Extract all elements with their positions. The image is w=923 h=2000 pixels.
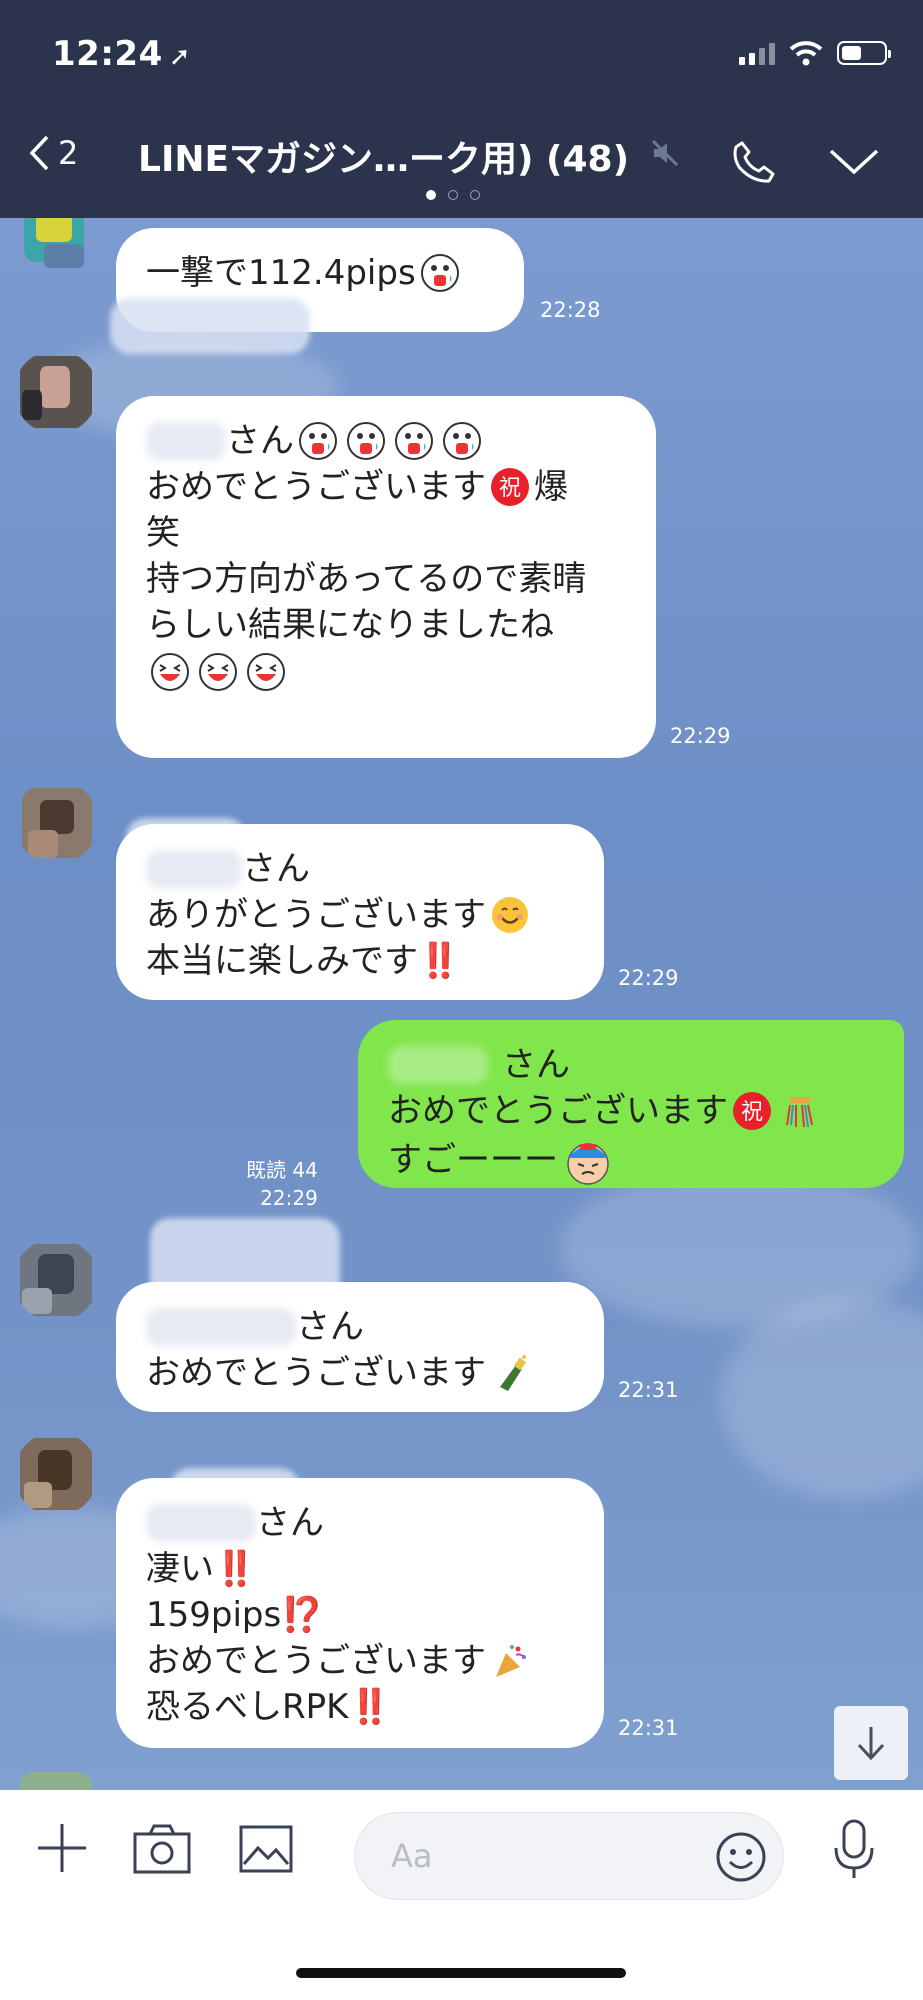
svg-text:祝: 祝 [499,476,521,501]
smiley-icon[interactable] [715,1831,767,1883]
page-indicator [426,190,480,200]
message-bubble[interactable]: さん 凄い ‼️ 159pips ⁉️ おめでとうございます 恐るべしRPK ‼️ [116,1478,604,1748]
message-bubble[interactable]: さん おめでとうございます 祝 爆 笑 持つ方向があってるので素晴 らしい結果に… [116,396,656,758]
confetti-ball-icon [786,1097,813,1128]
read-receipt: 既読 44 22:29 [246,1158,318,1210]
celebration-stamp-icon: 祝 [733,1092,771,1130]
back-button[interactable]: 2 [28,134,78,172]
input-bar: Aa [0,1790,923,2000]
avatar[interactable] [14,1432,98,1516]
status-time: 12:24 ➚ [52,34,192,74]
avatar[interactable] [14,1238,98,1322]
champagne-icon [500,1355,527,1391]
battery-icon [837,41,891,65]
wifi-icon [789,41,823,66]
laughing-emoji-icon [151,653,189,691]
laughing-emoji-icon [199,653,237,691]
message-input[interactable]: Aa [354,1812,784,1900]
phone-icon[interactable] [730,138,778,186]
avatar[interactable] [14,350,98,434]
smiling-emoji-icon [492,897,528,933]
party-popper-icon [496,1645,526,1677]
image-icon[interactable] [238,1824,294,1874]
home-indicator[interactable] [296,1968,626,1978]
message-time: 22:31 [618,1378,679,1402]
shocked-emoji-icon [420,254,459,292]
message-bubble[interactable]: さん ありがとうございます 本当に楽しみです ‼️ [116,824,604,1000]
message-time: 22:29 [670,724,731,748]
svg-text:祝: 祝 [741,1100,763,1125]
arrow-down-icon [857,1727,885,1761]
shocked-emoji-icon [347,422,385,460]
shocked-emoji-icon [299,422,337,460]
avatar[interactable] [14,780,98,864]
scroll-to-bottom-button[interactable] [834,1706,908,1780]
unread-count: 2 [58,134,79,172]
character-emoji-icon [567,1143,609,1185]
chat-title[interactable]: LINEマガジン…ーク用) (48) [138,130,629,182]
shocked-emoji-icon [395,422,433,460]
message-time: 22:29 [618,966,679,990]
message-time: 22:31 [618,1716,679,1740]
mute-icon [651,139,679,167]
laughing-emoji-icon [247,653,285,691]
status-bar: 12:24 ➚ [0,0,923,110]
message-time: 22:28 [540,298,601,322]
avatar[interactable] [14,1766,98,1790]
microphone-icon[interactable] [832,1818,876,1882]
chat-header: 2 LINEマガジン…ーク用) (48) [0,110,923,218]
signal-icon [739,41,775,65]
message-bubble[interactable]: さん おめでとうございます [116,1282,604,1412]
avatar[interactable] [14,218,98,276]
shocked-emoji-icon [443,422,481,460]
celebration-stamp-icon: 祝 [491,468,529,506]
camera-icon[interactable] [132,1822,192,1874]
plus-icon[interactable] [34,1820,90,1876]
chevron-down-icon[interactable] [828,146,880,176]
chat-area[interactable]: 一撃で112.4pips 22:28 さん おめでとうございます 祝 爆 笑 持… [0,218,923,1790]
own-message-bubble[interactable]: さん おめでとうございます 祝 すごーーー [358,1020,904,1188]
chevron-left-icon [29,135,49,171]
location-arrow-icon: ➚ [168,42,192,72]
